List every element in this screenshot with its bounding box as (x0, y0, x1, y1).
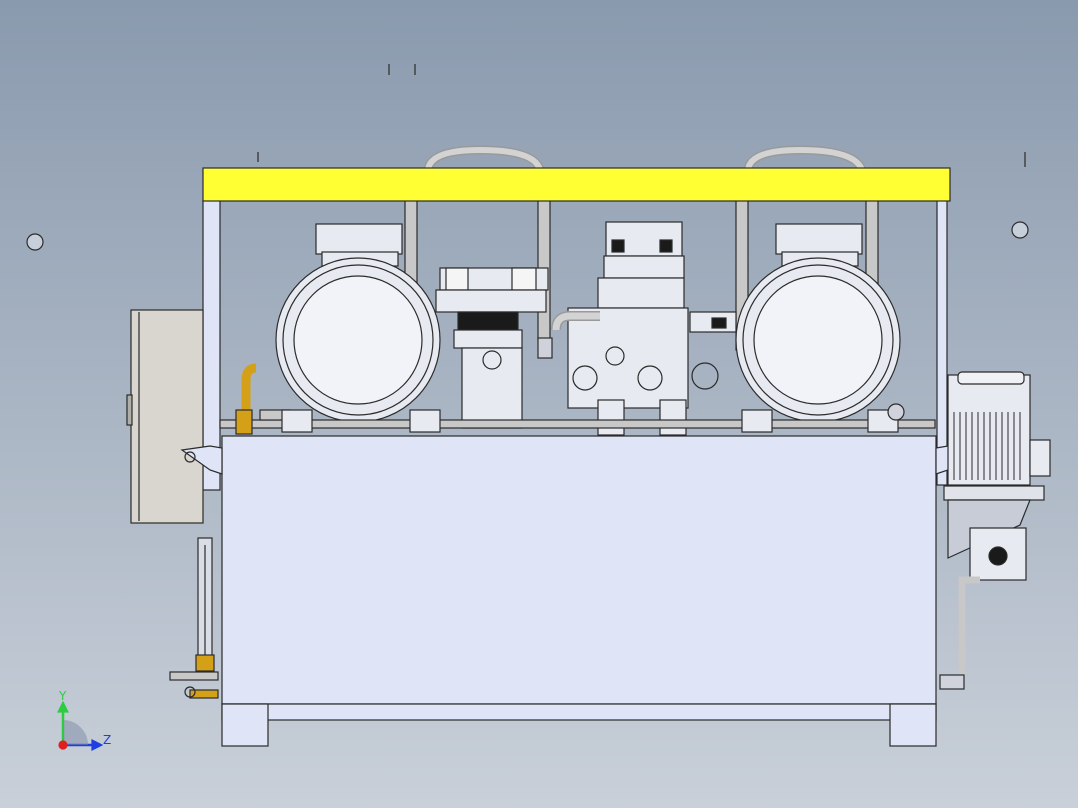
z-axis-label: Z (103, 733, 111, 747)
valve-indicator (611, 239, 625, 253)
header-pipe[interactable] (219, 419, 936, 429)
valve-block[interactable] (597, 277, 685, 309)
valve-plate (603, 255, 685, 279)
support-block (597, 399, 625, 436)
z-arrow (91, 739, 104, 751)
tank-foot-right[interactable] (889, 703, 937, 747)
x-axis-point (58, 740, 68, 750)
pressure-gauge[interactable] (537, 337, 553, 359)
drain-pipe (169, 671, 219, 681)
oil-tank[interactable] (221, 435, 937, 705)
motor-foot (741, 409, 773, 433)
frame-column-right[interactable] (936, 199, 948, 486)
brass-fitting[interactable] (235, 409, 253, 435)
motor-terminal-box-left[interactable] (315, 223, 403, 255)
cooler-mount (943, 485, 1045, 501)
y-axis-label: Y (58, 689, 67, 703)
valve-indicator (711, 317, 727, 329)
frame-top-beam[interactable] (202, 167, 951, 202)
support-block (659, 399, 687, 436)
return-pipe-loop-inner (425, 146, 543, 172)
triad-plane (63, 720, 88, 745)
motor-foot (281, 409, 313, 433)
pump-port (988, 546, 1008, 566)
cabinet-hinge (126, 394, 133, 426)
valve-indicator (457, 311, 519, 333)
y-arrow (57, 700, 69, 713)
valve-plate (435, 289, 547, 313)
motor-foot (409, 409, 441, 433)
view-orientation-triad[interactable] (57, 700, 104, 751)
drain-valve[interactable] (195, 654, 215, 672)
reference-point[interactable] (1011, 221, 1029, 239)
solenoid-coil (511, 267, 537, 291)
pipe-coupling (939, 674, 965, 690)
cad-viewport[interactable]: Y Z (0, 0, 1078, 808)
valve-block[interactable] (453, 329, 523, 349)
tank-base (221, 703, 937, 721)
tank-foot-left[interactable] (221, 703, 269, 747)
motor-left-fan-cover (293, 275, 423, 405)
cooling-pipe[interactable] (958, 576, 980, 680)
brass-elbow[interactable] (241, 363, 257, 410)
hydraulic-unit-drawing: Y Z (26, 64, 1051, 751)
motor-right-fan-cover (753, 275, 883, 405)
filler-breather[interactable] (887, 403, 905, 421)
reference-point[interactable] (26, 233, 44, 251)
manifold-center[interactable] (567, 307, 689, 409)
cooler-cap (957, 371, 1025, 385)
manifold-left[interactable] (461, 347, 523, 429)
cooler-junction-box[interactable] (1029, 439, 1051, 477)
electrical-cabinet[interactable] (130, 309, 204, 524)
motor-terminal-box-right[interactable] (775, 223, 863, 255)
solenoid-coil (445, 267, 469, 291)
flange[interactable] (691, 362, 719, 390)
valve-indicator (659, 239, 673, 253)
